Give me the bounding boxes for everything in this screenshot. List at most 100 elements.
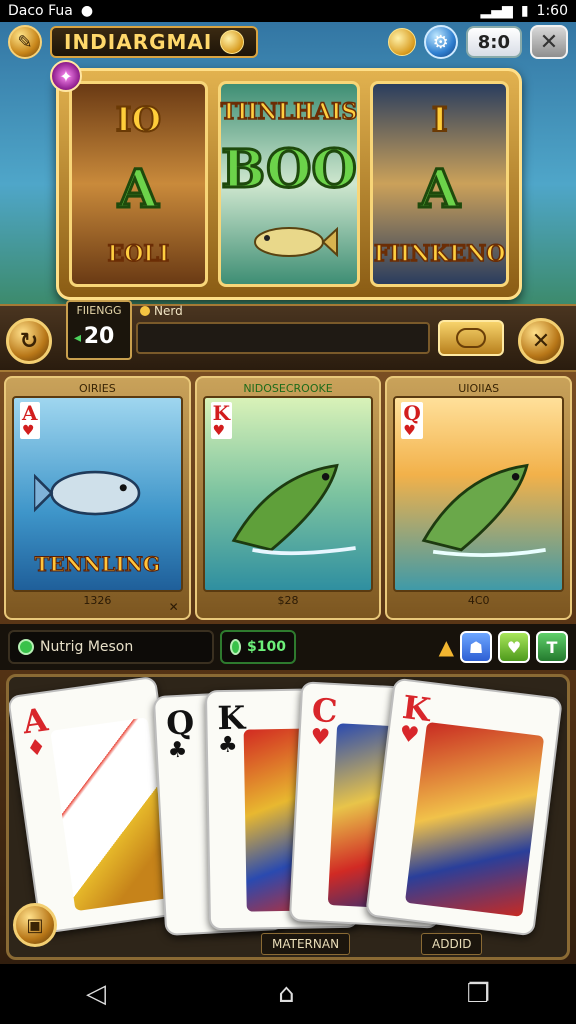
recents-icon[interactable]: ❐ (467, 979, 490, 1009)
card-hand: A ♦ Q ♣ K ♣ C ♥ K ♥ MATERNAN ADDID ▣ (6, 674, 570, 960)
bet-box[interactable]: FIIENGG ◂ 20 (66, 300, 132, 360)
coin-icon (220, 30, 245, 54)
game-title: INDIARGMAI (64, 30, 213, 54)
heart-icon: ♥ (506, 637, 522, 657)
player-pill[interactable]: Nutrig Meson (8, 630, 214, 664)
reel-1-bottom-symbol: EOLI (107, 240, 170, 267)
bar-label-row: Nerd (140, 304, 183, 318)
favorite-button[interactable]: ♥ (498, 631, 530, 663)
gem-icon[interactable]: ✦ (50, 60, 82, 92)
status-time: 1:60 (536, 3, 568, 19)
status-bar: Daco Fua ● ▂▄▆ ▮ 1:60 (0, 0, 576, 22)
fish-icon (34, 470, 141, 516)
amount-pill[interactable]: $100 (220, 630, 296, 664)
left-action-button[interactable]: ↻ (6, 318, 52, 364)
hand-card-5[interactable]: K ♥ (365, 677, 563, 937)
panel-2-title: NIDOSECROOKE (243, 382, 333, 395)
reel-3-middle-symbol: A (418, 158, 461, 220)
panel-1-price: 1326 (83, 594, 112, 607)
spin-icon (456, 328, 486, 348)
panel-3-art: Q ♥ (393, 396, 565, 592)
panel-3-rank-letter: Q (403, 401, 421, 425)
card-4-rank: C ♥ (310, 691, 339, 751)
signal-icon: ▂▄▆ (480, 3, 513, 19)
panel-1-rank-letter: A (22, 401, 38, 425)
close-icon[interactable]: ✕ (169, 600, 179, 614)
card-3-rank: K ♣ (217, 699, 246, 759)
right-action-button[interactable]: ✕ (518, 318, 564, 364)
notification-icon: ● (80, 3, 94, 19)
gear-button[interactable]: ⚙ (423, 25, 458, 59)
top-bar: ✎ INDIARGMAI ⚙ 8:0 ✕ (0, 22, 576, 62)
card-2-rank: Q ♣ (165, 703, 196, 764)
reel-1-top-symbol: IO (115, 100, 163, 141)
navigation-bar: ◁ ⌂ ❐ (0, 964, 576, 1024)
reel-2[interactable]: TIINLHAIS BOO (217, 81, 361, 287)
feather-icon: ✎ (17, 31, 33, 53)
reel-2-top-symbol: TIINLHAIS (220, 98, 358, 125)
status-dot-icon (18, 639, 34, 655)
player-name: Nutrig Meson (40, 639, 134, 655)
hand-tag-left: MATERNAN (261, 933, 351, 955)
panel-1-caption: TENNLING (34, 552, 161, 577)
club-icon: ♣ (166, 736, 189, 764)
close-button[interactable]: ✕ (530, 25, 568, 59)
card-1-rank: A ♦ (20, 700, 53, 763)
slot-machine: IO A EOLI TIINLHAIS BOO I A FIINKENO (56, 68, 522, 300)
panel-3-rank: Q ♥ (401, 401, 423, 440)
card-panels: OIRIES A ♥ TENNLING 1326 ✕ NIDOSECROOKE K… (0, 376, 576, 620)
status-left: Daco Fua ● (8, 3, 93, 19)
bet-label: FIIENGG (76, 304, 122, 317)
heart-icon: ♥ (22, 423, 35, 439)
card-1-face (50, 717, 173, 912)
spin-button[interactable] (438, 320, 504, 356)
panel-2-rank: K ♥ (210, 401, 233, 440)
robot-icon: ☗ (468, 637, 484, 657)
card-5-face (404, 721, 545, 917)
bell-icon[interactable]: ▲ (439, 635, 454, 659)
panel-2-price: $28 (277, 594, 299, 607)
panel-1-title: OIRIES (78, 382, 116, 395)
reel-1[interactable]: IO A EOLI (69, 81, 208, 287)
reel-3-top-symbol: I (431, 100, 449, 141)
chest-icon: ▣ (26, 914, 44, 936)
battery-icon: ▮ (520, 3, 529, 19)
balance-counter: 8:0 (465, 26, 522, 58)
t-button[interactable]: T (536, 631, 568, 663)
bass-icon (231, 463, 356, 556)
chest-button[interactable]: ▣ (13, 903, 57, 947)
panel-2[interactable]: NIDOSECROOKE K ♥ $28 (194, 376, 382, 620)
panel-1-art: A ♥ TENNLING (12, 396, 183, 592)
status-app-text: Daco Fua (8, 3, 73, 19)
status-right: ▂▄▆ ▮ 1:60 (481, 3, 568, 19)
panel-3[interactable]: UIOIIAS Q ♥ 4C0 (385, 376, 573, 620)
money-icon (230, 639, 242, 655)
reel-1-middle-symbol: A (117, 158, 160, 220)
progress-bar (136, 322, 430, 354)
panel-3-price: 4C0 (467, 594, 490, 607)
gear-icon: ⚙ (432, 31, 449, 53)
coin-dot-icon (140, 306, 150, 316)
amount-value: $100 (247, 639, 286, 655)
panel-3-title: UIOIIAS (458, 382, 500, 395)
menu-button[interactable]: ✎ (8, 25, 42, 59)
bass-icon (421, 463, 547, 557)
diamond-icon: ♦ (24, 733, 48, 763)
panel-2-art: K ♥ (202, 396, 374, 592)
info-row: Nutrig Meson $100 ▲ ☗ ♥ T (0, 624, 576, 670)
game-title-plate: INDIARGMAI (50, 26, 259, 58)
bet-value: 20 (83, 324, 115, 349)
reel-3[interactable]: I A FIINKENO (370, 81, 510, 287)
panel-1[interactable]: OIRIES A ♥ TENNLING 1326 ✕ (4, 376, 191, 620)
club-icon: ♣ (217, 731, 238, 759)
reel-3-bottom-symbol: FIINKENO (373, 240, 506, 267)
fish-icon (254, 227, 338, 258)
close-icon: ✕ (539, 29, 559, 55)
panel-2-rank-letter: K (212, 401, 231, 425)
home-icon[interactable]: ⌂ (278, 979, 295, 1009)
gold-coin-button[interactable] (387, 28, 416, 56)
inventory-button[interactable]: ☗ (460, 631, 492, 663)
hand-tag-right: ADDID (421, 933, 483, 955)
back-icon[interactable]: ◁ (86, 979, 106, 1009)
hook-icon: ↻ (19, 328, 39, 354)
